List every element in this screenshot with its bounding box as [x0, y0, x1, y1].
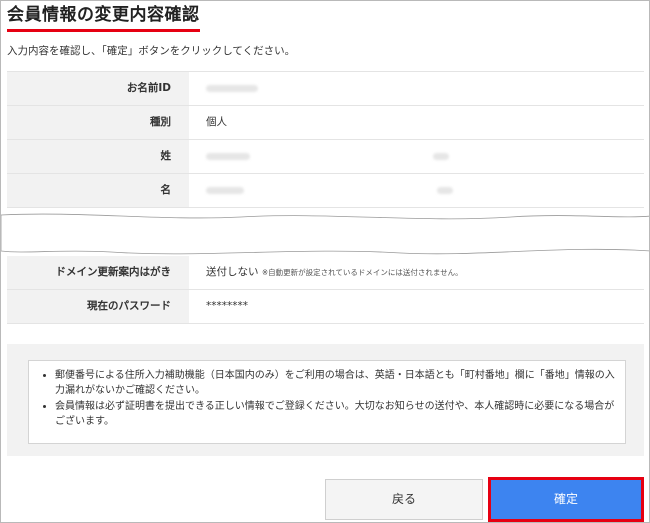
field-value-masked — [206, 140, 250, 173]
note-item: 会員情報は必ず証明書を提出できる正しい情報でご登録ください。大切なお知らせの送付… — [55, 400, 615, 429]
field-label: 種別 — [7, 106, 189, 139]
redacted-value — [206, 152, 250, 160]
field-value-masked — [206, 72, 258, 105]
note-item: 郵便番号による住所入力補助機能（日本国内のみ）をご利用の場合は、英語・日本語とも… — [55, 369, 615, 398]
redacted-value — [206, 84, 258, 92]
confirmation-page: 会員情報の変更内容確認 入力内容を確認し、「確定」ボタンをクリックしてください。… — [0, 0, 650, 523]
field-label: 名 — [7, 174, 189, 207]
notes-box: 郵便番号による住所入力補助機能（日本国内のみ）をご利用の場合は、英語・日本語とも… — [28, 360, 626, 444]
torn-edge-separator — [1, 213, 649, 255]
back-button[interactable]: 戻る — [325, 479, 483, 520]
table-row-postcard: ドメイン更新案内はがき 送付しない ※自動更新が設定されているドメインには送付さ… — [7, 256, 644, 290]
field-value: 個人 — [206, 116, 227, 128]
table-row-first-name: 名 — [7, 174, 644, 208]
table-row-member-id: お名前ID — [7, 72, 644, 106]
field-label: お名前ID — [7, 72, 189, 105]
field-label: 姓 — [7, 140, 189, 173]
instruction-text: 入力内容を確認し、「確定」ボタンをクリックしてください。 — [7, 45, 296, 57]
member-info-table-continued: ドメイン更新案内はがき 送付しない ※自動更新が設定されているドメインには送付さ… — [7, 256, 644, 324]
field-value: 送付しない ※自動更新が設定されているドメインには送付されません。 — [206, 256, 463, 289]
field-label: 現在のパスワード — [7, 290, 189, 323]
redacted-value — [433, 153, 449, 160]
field-value-masked — [206, 174, 244, 207]
redacted-value — [206, 186, 244, 194]
postcard-value: 送付しない — [206, 266, 259, 278]
confirm-button-highlight: 確定 — [488, 477, 644, 522]
member-info-table: お名前ID 種別 個人 姓 名 — [7, 71, 644, 208]
postcard-note: ※自動更新が設定されているドメインには送付されません。 — [261, 268, 463, 277]
confirm-button[interactable]: 確定 — [491, 480, 641, 519]
table-row-type: 種別 個人 — [7, 106, 644, 140]
password-masked-value: ******** — [206, 300, 248, 312]
page-title: 会員情報の変更内容確認 — [7, 5, 200, 32]
table-row-last-name: 姓 — [7, 140, 644, 174]
notes-section: 郵便番号による住所入力補助機能（日本国内のみ）をご利用の場合は、英語・日本語とも… — [7, 344, 644, 456]
table-row-password: 現在のパスワード ******** — [7, 290, 644, 324]
redacted-value — [437, 187, 453, 194]
notes-list: 郵便番号による住所入力補助機能（日本国内のみ）をご利用の場合は、英語・日本語とも… — [29, 361, 625, 429]
field-label: ドメイン更新案内はがき — [7, 256, 189, 289]
